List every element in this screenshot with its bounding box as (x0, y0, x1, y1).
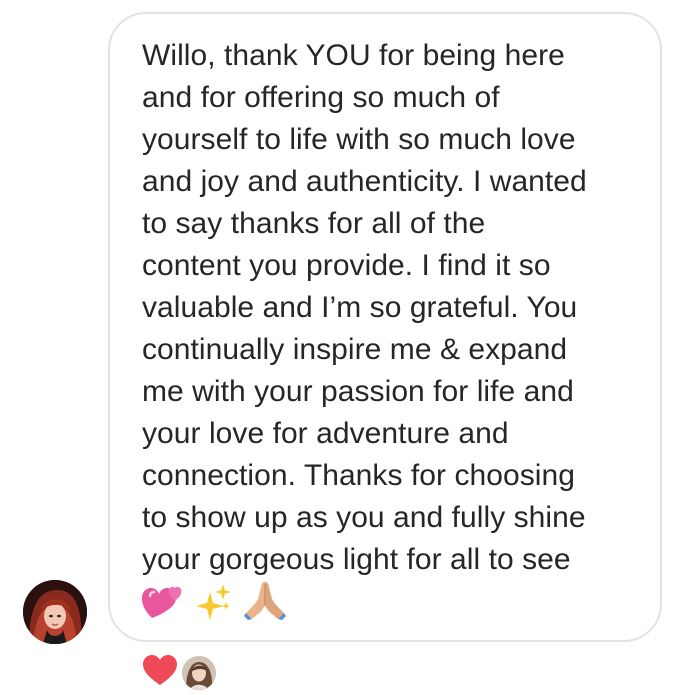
message-thread: Willo, thank YOU for being here and for … (0, 0, 680, 695)
red-heart-icon (142, 654, 178, 691)
message-text: Willo, thank YOU for being here and for … (142, 39, 587, 576)
message-bubble[interactable]: Willo, thank YOU for being here and for … (108, 12, 662, 642)
sender-avatar[interactable] (23, 580, 87, 644)
folded-hands-icon (244, 580, 286, 625)
message-reactions[interactable] (142, 654, 216, 691)
sparkles-icon (196, 584, 232, 625)
reactor-avatar (182, 655, 216, 690)
message-emoji-row (142, 581, 640, 625)
two-hearts-icon (142, 582, 184, 625)
